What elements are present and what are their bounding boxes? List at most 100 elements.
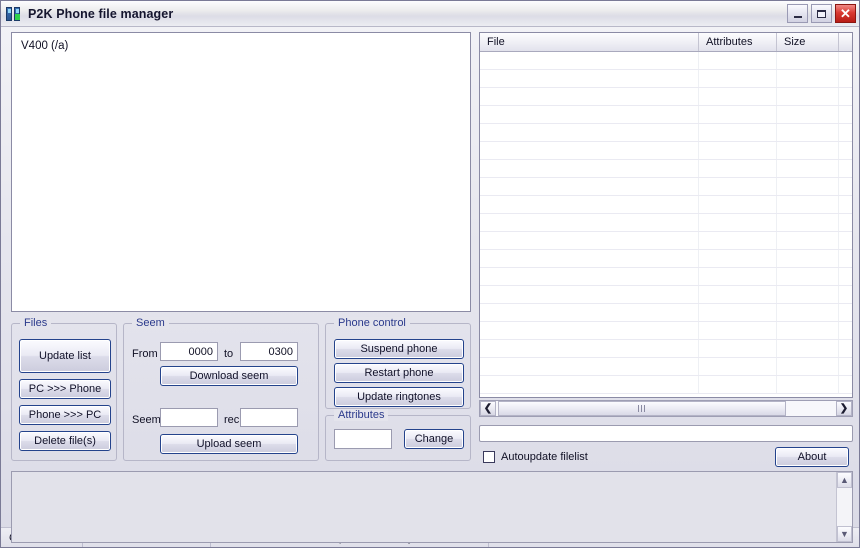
table-cell: [839, 124, 852, 141]
download-seem-button[interactable]: Download seem: [160, 366, 298, 386]
maximize-button[interactable]: [811, 4, 832, 23]
table-cell: [777, 52, 839, 69]
seem-to-input[interactable]: [240, 342, 298, 361]
table-cell: [699, 376, 777, 393]
column-header-file[interactable]: File: [480, 33, 699, 51]
table-cell: [777, 286, 839, 303]
seem-value-input[interactable]: [160, 408, 218, 427]
suspend-phone-button[interactable]: Suspend phone: [334, 339, 464, 359]
update-ringtones-button[interactable]: Update ringtones: [334, 387, 464, 407]
tree-root-node[interactable]: V400 (/a): [21, 40, 470, 52]
table-cell: [480, 124, 699, 141]
delete-files-button[interactable]: Delete file(s): [19, 431, 111, 451]
table-cell: [777, 268, 839, 285]
table-row[interactable]: [480, 214, 852, 232]
log-panel[interactable]: ▲ ▼: [11, 471, 853, 543]
table-row[interactable]: [480, 340, 852, 358]
file-list[interactable]: File Attributes Size: [479, 32, 853, 398]
column-header-attributes[interactable]: Attributes: [699, 33, 777, 51]
table-cell: [839, 52, 852, 69]
table-row[interactable]: [480, 196, 852, 214]
table-row[interactable]: [480, 52, 852, 70]
table-cell: [777, 322, 839, 339]
phone-to-pc-button[interactable]: Phone >>> PC: [19, 405, 111, 425]
pc-to-phone-button[interactable]: PC >>> Phone: [19, 379, 111, 399]
table-cell: [480, 358, 699, 375]
table-row[interactable]: [480, 106, 852, 124]
table-cell: [699, 340, 777, 357]
rec-input[interactable]: [240, 408, 298, 427]
phone-control-group: Phone control Suspend phone Restart phon…: [325, 323, 471, 409]
table-row[interactable]: [480, 286, 852, 304]
table-cell: [699, 304, 777, 321]
scroll-up-icon[interactable]: ▲: [837, 472, 852, 488]
window-controls: ✕: [787, 4, 856, 23]
phone-control-group-title: Phone control: [334, 317, 410, 329]
table-cell: [839, 214, 852, 231]
table-cell: [839, 340, 852, 357]
table-row[interactable]: [480, 358, 852, 376]
path-input[interactable]: [479, 425, 853, 442]
table-cell: [699, 124, 777, 141]
table-row[interactable]: [480, 304, 852, 322]
scroll-left-icon[interactable]: ❮: [480, 401, 496, 416]
seem-value-label: Seem: [132, 414, 161, 426]
table-row[interactable]: [480, 232, 852, 250]
table-row[interactable]: [480, 160, 852, 178]
table-cell: [699, 358, 777, 375]
attributes-input[interactable]: [334, 429, 392, 449]
seem-from-label: From: [132, 348, 158, 360]
table-row[interactable]: [480, 124, 852, 142]
table-row[interactable]: [480, 376, 852, 394]
close-icon: ✕: [840, 7, 851, 20]
table-row[interactable]: [480, 322, 852, 340]
seem-from-input[interactable]: [160, 342, 218, 361]
table-row[interactable]: [480, 142, 852, 160]
table-cell: [699, 142, 777, 159]
table-cell: [699, 160, 777, 177]
table-cell: [480, 70, 699, 87]
table-row[interactable]: [480, 250, 852, 268]
table-cell: [839, 178, 852, 195]
hscrollbar-track[interactable]: [496, 401, 836, 416]
upload-seem-button[interactable]: Upload seem: [160, 434, 298, 454]
table-cell: [777, 70, 839, 87]
table-cell: [480, 52, 699, 69]
file-list-hscrollbar[interactable]: ❮ ❯: [479, 400, 853, 417]
about-button[interactable]: About: [775, 447, 849, 467]
restart-phone-button[interactable]: Restart phone: [334, 363, 464, 383]
scroll-down-icon[interactable]: ▼: [837, 526, 852, 542]
table-row[interactable]: [480, 178, 852, 196]
table-cell: [839, 106, 852, 123]
table-cell: [777, 142, 839, 159]
table-cell: [699, 106, 777, 123]
table-row[interactable]: [480, 88, 852, 106]
table-cell: [699, 322, 777, 339]
scroll-right-icon[interactable]: ❯: [836, 401, 852, 416]
table-cell: [777, 124, 839, 141]
table-cell: [777, 340, 839, 357]
column-header-size[interactable]: Size: [777, 33, 839, 51]
change-attributes-button[interactable]: Change: [404, 429, 464, 449]
table-cell: [777, 214, 839, 231]
minimize-button[interactable]: [787, 4, 808, 23]
phone-tree-view[interactable]: V400 (/a): [11, 32, 471, 312]
table-cell: [777, 88, 839, 105]
application-window: P2K Phone file manager ✕ V400 (/a) Files…: [0, 0, 860, 548]
table-cell: [777, 232, 839, 249]
log-vscrollbar[interactable]: ▲ ▼: [836, 472, 852, 542]
table-row[interactable]: [480, 268, 852, 286]
files-group: Files Update list PC >>> Phone Phone >>>…: [11, 323, 117, 461]
table-cell: [839, 88, 852, 105]
update-list-button[interactable]: Update list: [19, 339, 111, 373]
table-cell: [839, 268, 852, 285]
autoupdate-checkbox[interactable]: [483, 451, 495, 463]
title-bar: P2K Phone file manager ✕: [1, 1, 859, 27]
table-cell: [480, 196, 699, 213]
close-button[interactable]: ✕: [835, 4, 856, 23]
table-row[interactable]: [480, 70, 852, 88]
table-cell: [699, 52, 777, 69]
autoupdate-filelist-checkbox-row[interactable]: Autoupdate filelist: [483, 451, 588, 463]
hscrollbar-thumb[interactable]: [498, 401, 786, 416]
table-cell: [839, 160, 852, 177]
